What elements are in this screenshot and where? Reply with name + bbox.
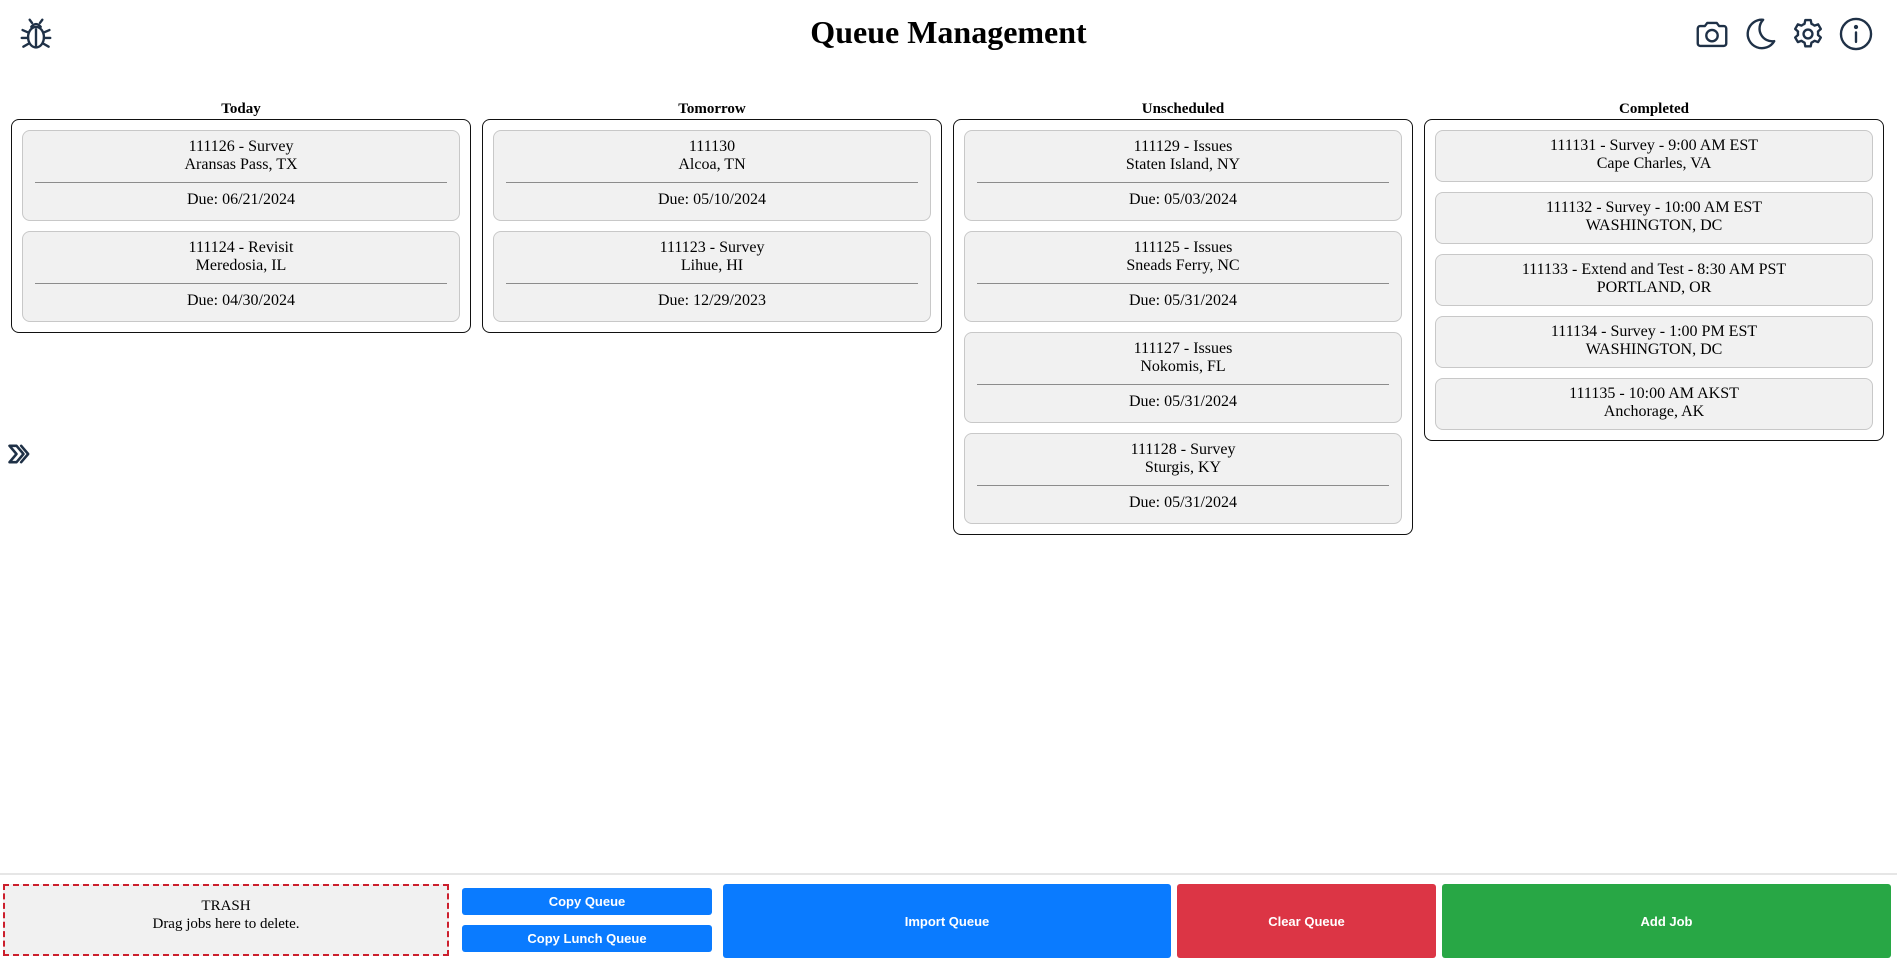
clear-queue-button[interactable]: Clear Queue	[1177, 884, 1436, 958]
job-due-date: Due: 05/31/2024	[1129, 292, 1237, 309]
gear-icon[interactable]	[1788, 14, 1828, 54]
job-card[interactable]: 111131 - Survey - 9:00 AM EST Cape Charl…	[1435, 130, 1873, 182]
job-title: 111123 - Survey	[659, 239, 765, 256]
card-divider	[977, 384, 1389, 385]
job-card[interactable]: 111132 - Survey - 10:00 AM EST WASHINGTO…	[1435, 192, 1873, 244]
job-card[interactable]: 111124 - Revisit Meredosia, IL Due: 04/3…	[22, 231, 460, 322]
job-due-date: Due: 04/30/2024	[187, 292, 295, 309]
job-card[interactable]: 111134 - Survey - 1:00 PM EST WASHINGTON…	[1435, 316, 1873, 368]
card-divider	[506, 182, 918, 183]
job-card[interactable]: 111125 - Issues Sneads Ferry, NC Due: 05…	[964, 231, 1402, 322]
job-card[interactable]: 111126 - Survey Aransas Pass, TX Due: 06…	[22, 130, 460, 221]
job-card[interactable]: 111129 - Issues Staten Island, NY Due: 0…	[964, 130, 1402, 221]
column-dropzone[interactable]: 111130 Alcoa, TN Due: 05/10/2024 111123 …	[482, 119, 942, 333]
job-due-date: Due: 05/31/2024	[1129, 393, 1237, 410]
job-location: Anchorage, AK	[1603, 403, 1705, 420]
column-completed: Completed 111131 - Survey - 9:00 AM EST …	[1424, 99, 1884, 441]
column-unscheduled: Unscheduled 111129 - Issues Staten Islan…	[953, 99, 1413, 535]
job-location: Cape Charles, VA	[1596, 155, 1712, 172]
job-location: Sturgis, KY	[1144, 459, 1222, 476]
job-title: 111131 - Survey - 9:00 AM EST	[1550, 137, 1758, 154]
page-title: Queue Management	[810, 14, 1087, 50]
job-location: Staten Island, NY	[1125, 156, 1241, 173]
job-title: 111130	[688, 138, 736, 155]
job-location: Alcoa, TN	[678, 156, 746, 173]
job-location: WASHINGTON, DC	[1585, 341, 1723, 358]
card-divider	[977, 182, 1389, 183]
column-title: Unscheduled	[1141, 101, 1225, 117]
job-location: Sneads Ferry, NC	[1126, 257, 1240, 274]
job-title: 111133 - Extend and Test - 8:30 AM PST	[1521, 261, 1787, 278]
job-title: 111129 - Issues	[1133, 138, 1233, 155]
job-title: 111134 - Survey - 1:00 PM EST	[1550, 323, 1758, 340]
card-divider	[506, 283, 918, 284]
add-job-button[interactable]: Add Job	[1442, 884, 1891, 958]
camera-icon[interactable]	[1692, 14, 1732, 54]
job-due-date: Due: 05/31/2024	[1129, 494, 1237, 511]
card-divider	[977, 485, 1389, 486]
job-card[interactable]: 111128 - Survey Sturgis, KY Due: 05/31/2…	[964, 433, 1402, 524]
job-location: Meredosia, IL	[195, 257, 287, 274]
import-queue-button[interactable]: Import Queue	[723, 884, 1171, 958]
job-title: 111132 - Survey - 10:00 AM EST	[1546, 199, 1762, 216]
job-card[interactable]: 111133 - Extend and Test - 8:30 AM PST P…	[1435, 254, 1873, 306]
column-dropzone[interactable]: 111129 - Issues Staten Island, NY Due: 0…	[953, 119, 1413, 535]
info-icon[interactable]	[1836, 14, 1876, 54]
job-location: WASHINGTON, DC	[1585, 217, 1723, 234]
job-due-date: Due: 05/10/2024	[658, 191, 766, 208]
job-location: Lihue, HI	[680, 257, 744, 274]
job-card[interactable]: 111127 - Issues Nokomis, FL Due: 05/31/2…	[964, 332, 1402, 423]
card-divider	[977, 283, 1389, 284]
card-divider	[35, 182, 447, 183]
column-title: Completed	[1619, 101, 1689, 117]
job-due-date: Due: 06/21/2024	[187, 191, 295, 208]
column-title: Today	[221, 101, 261, 117]
column-today: Today 111126 - Survey Aransas Pass, TX D…	[11, 99, 471, 333]
job-due-date: Due: 12/29/2023	[658, 292, 766, 309]
job-card[interactable]: 111130 Alcoa, TN Due: 05/10/2024	[493, 130, 931, 221]
job-location: Nokomis, FL	[1140, 358, 1226, 375]
job-due-date: Due: 05/03/2024	[1129, 191, 1237, 208]
column-title: Tomorrow	[678, 101, 746, 117]
job-title: 111124 - Revisit	[188, 239, 294, 256]
copy-lunch-queue-button[interactable]: Copy Lunch Queue	[462, 925, 712, 952]
job-title: 111127 - Issues	[1133, 340, 1233, 357]
trash-hint: Drag jobs here to delete.	[152, 916, 300, 932]
trash-title: TRASH	[201, 898, 251, 914]
job-title: 111135 - 10:00 AM AKST	[1569, 385, 1739, 402]
column-dropzone[interactable]: 111131 - Survey - 9:00 AM EST Cape Charl…	[1424, 119, 1884, 441]
card-divider	[35, 283, 447, 284]
copy-queue-button[interactable]: Copy Queue	[462, 888, 712, 915]
queue-board: Today 111126 - Survey Aransas Pass, TX D…	[11, 99, 1884, 535]
job-card[interactable]: 111123 - Survey Lihue, HI Due: 12/29/202…	[493, 231, 931, 322]
bottom-toolbar: TRASH Drag jobs here to delete. Copy Que…	[0, 873, 1897, 959]
job-title: 111126 - Survey	[188, 138, 294, 155]
trash-dropzone[interactable]: TRASH Drag jobs here to delete.	[3, 884, 449, 956]
job-card[interactable]: 111135 - 10:00 AM AKST Anchorage, AK	[1435, 378, 1873, 430]
job-location: Aransas Pass, TX	[184, 156, 298, 173]
column-tomorrow: Tomorrow 111130 Alcoa, TN Due: 05/10/202…	[482, 99, 942, 333]
job-title: 111125 - Issues	[1133, 239, 1233, 256]
job-location: PORTLAND, OR	[1596, 279, 1712, 296]
moon-icon[interactable]	[1740, 14, 1780, 54]
job-title: 111128 - Survey	[1130, 441, 1236, 458]
column-dropzone[interactable]: 111126 - Survey Aransas Pass, TX Due: 06…	[11, 119, 471, 333]
